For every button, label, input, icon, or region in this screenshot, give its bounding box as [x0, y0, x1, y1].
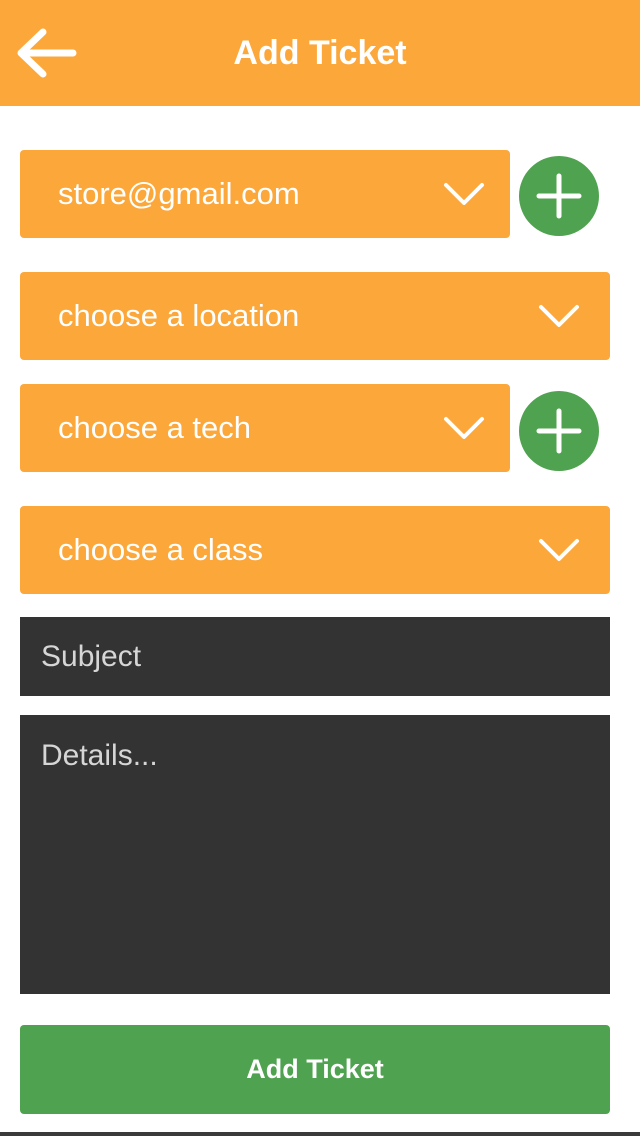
- class-select-value: choose a class: [58, 532, 264, 567]
- chevron-down-icon: [444, 417, 484, 439]
- location-select-value: choose a location: [58, 298, 300, 333]
- add-email-button[interactable]: [519, 156, 599, 236]
- class-select[interactable]: choose a class: [20, 506, 610, 594]
- tech-select[interactable]: choose a tech: [20, 384, 510, 472]
- location-select[interactable]: choose a location: [20, 272, 610, 360]
- plus-icon: [536, 173, 582, 219]
- details-textarea[interactable]: [20, 715, 610, 994]
- email-select-value: store@gmail.com: [58, 176, 300, 211]
- chevron-down-icon: [539, 539, 579, 561]
- add-tech-button[interactable]: [519, 391, 599, 471]
- arrow-left-icon: [17, 28, 77, 78]
- email-select[interactable]: store@gmail.com: [20, 150, 510, 238]
- page-title: Add Ticket: [233, 33, 407, 72]
- tech-select-value: choose a tech: [58, 410, 252, 445]
- add-ticket-button[interactable]: Add Ticket: [20, 1025, 610, 1114]
- plus-icon: [536, 408, 582, 454]
- app-header: Add Ticket: [0, 0, 640, 106]
- chevron-down-icon: [444, 183, 484, 205]
- chevron-down-icon: [539, 305, 579, 327]
- back-button[interactable]: [14, 22, 80, 84]
- bottom-divider: [0, 1132, 640, 1136]
- subject-input[interactable]: [20, 617, 610, 696]
